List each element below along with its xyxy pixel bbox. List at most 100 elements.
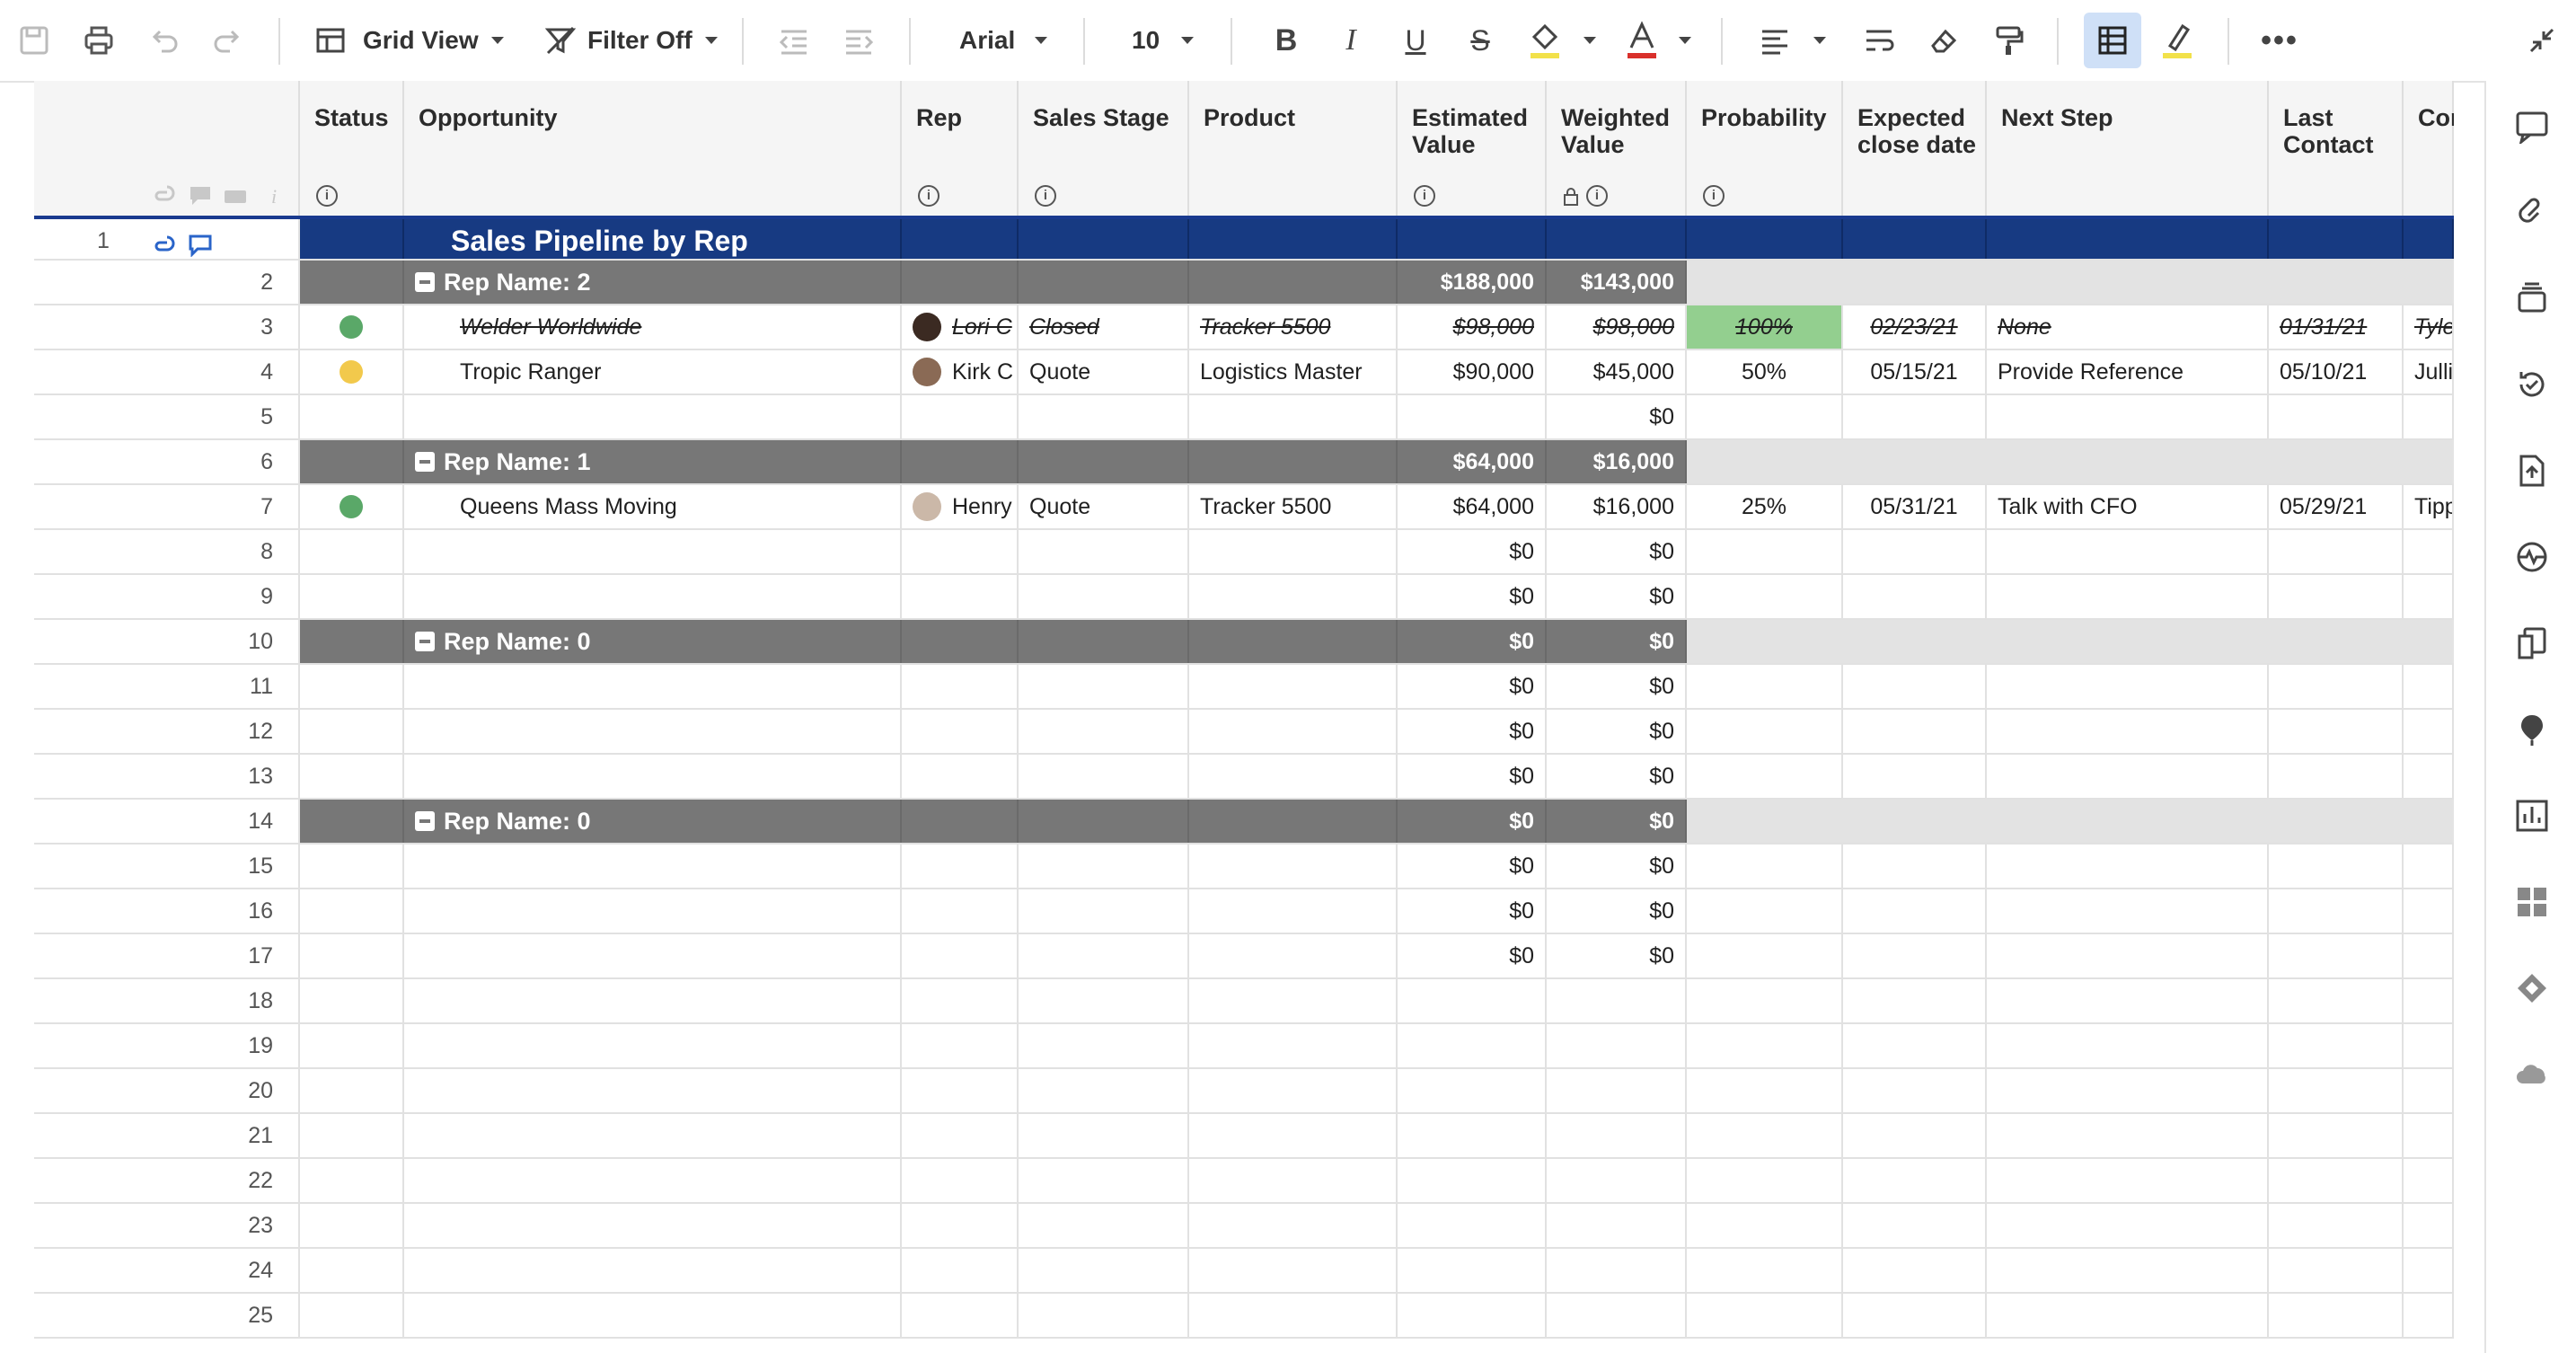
cell-next-step[interactable]: [1987, 934, 2269, 977]
cell-last-contact[interactable]: [2269, 710, 2404, 753]
row-number[interactable]: 1: [34, 219, 300, 259]
cell-rep[interactable]: [902, 1024, 1019, 1067]
cell-estimated-value[interactable]: $0: [1398, 934, 1547, 977]
highlight-changes-icon[interactable]: [2159, 13, 2195, 68]
cell-product[interactable]: [1189, 1159, 1398, 1202]
automation-icon[interactable]: [2514, 712, 2550, 747]
cell-rep[interactable]: [902, 1294, 1019, 1337]
column-header-last-contact[interactable]: Last Contact: [2269, 81, 2404, 216]
salesforce-icon[interactable]: [2514, 1057, 2550, 1092]
font-family-dropdown[interactable]: Arial: [959, 13, 1047, 68]
cell-last-contact[interactable]: [2269, 934, 2404, 977]
cell-last-contact[interactable]: [2269, 219, 2404, 259]
comment-icon[interactable]: [2514, 108, 2550, 144]
cell-estimated-value[interactable]: [1398, 219, 1547, 259]
cell-product[interactable]: [1189, 440, 1398, 483]
cell-expected-close[interactable]: [1843, 934, 1987, 977]
cell-product[interactable]: [1189, 1069, 1398, 1112]
cell-status[interactable]: [300, 219, 404, 259]
cell-product[interactable]: Tracker 5500: [1189, 485, 1398, 528]
cell-product[interactable]: [1189, 219, 1398, 259]
cell-sales-stage[interactable]: [1019, 1024, 1189, 1067]
wrap-text-icon[interactable]: [1861, 13, 1897, 68]
info-icon[interactable]: i: [918, 185, 940, 207]
cell-weighted-value[interactable]: $0: [1547, 395, 1687, 438]
cell-expected-close[interactable]: [1843, 261, 1987, 304]
cell-rep[interactable]: [902, 710, 1019, 753]
row-number[interactable]: 21: [34, 1114, 300, 1157]
cell-rep[interactable]: [902, 620, 1019, 663]
cell-probability[interactable]: [1687, 1249, 1843, 1292]
cell-rep[interactable]: [902, 575, 1019, 618]
cell-sales-stage[interactable]: [1019, 620, 1189, 663]
cell-last-contact[interactable]: [2269, 620, 2404, 663]
collapse-icon[interactable]: [415, 272, 435, 292]
cell-status[interactable]: [300, 1024, 404, 1067]
cell-rep[interactable]: [902, 395, 1019, 438]
cell-status[interactable]: [300, 1249, 404, 1292]
cell-sales-stage[interactable]: [1019, 889, 1189, 933]
cell-rep[interactable]: [902, 755, 1019, 798]
table-row[interactable]: 5$0: [34, 395, 2454, 440]
cell-rep[interactable]: [902, 934, 1019, 977]
row-number[interactable]: 19: [34, 1024, 300, 1067]
align-dropdown[interactable]: [1811, 13, 1829, 68]
row-number[interactable]: 11: [34, 665, 300, 708]
cell-contact[interactable]: Julli: [2404, 350, 2454, 394]
cell-product[interactable]: [1189, 934, 1398, 977]
cell-contact[interactable]: [2404, 575, 2454, 618]
grid-format-toggle[interactable]: [2084, 13, 2141, 68]
cell-opportunity[interactable]: [404, 575, 902, 618]
cell-expected-close[interactable]: [1843, 1159, 1987, 1202]
cell-contact[interactable]: [2404, 934, 2454, 977]
cell-next-step[interactable]: [1987, 620, 2269, 663]
cell-estimated-value[interactable]: $0: [1398, 620, 1547, 663]
cell-status[interactable]: [300, 395, 404, 438]
cell-status[interactable]: [300, 261, 404, 304]
proofs-icon[interactable]: [2514, 280, 2550, 316]
table-row[interactable]: 16$0$0: [34, 889, 2454, 934]
cell-sales-stage[interactable]: [1019, 1114, 1189, 1157]
cell-product[interactable]: [1189, 620, 1398, 663]
row-number[interactable]: 22: [34, 1159, 300, 1202]
cell-opportunity[interactable]: [404, 1069, 902, 1112]
cell-opportunity[interactable]: [404, 1294, 902, 1337]
cell-contact[interactable]: [2404, 1069, 2454, 1112]
cell-contact[interactable]: [2404, 710, 2454, 753]
cell-status[interactable]: [300, 1114, 404, 1157]
cell-contact[interactable]: [2404, 845, 2454, 888]
row-number[interactable]: 6: [34, 440, 300, 483]
cell-expected-close[interactable]: 05/31/21: [1843, 485, 1987, 528]
cell-contact[interactable]: [2404, 219, 2454, 259]
cell-weighted-value[interactable]: $0: [1547, 934, 1687, 977]
cell-status[interactable]: [300, 1294, 404, 1337]
table-row[interactable]: 25: [34, 1294, 2454, 1339]
table-row[interactable]: 22: [34, 1159, 2454, 1204]
cell-weighted-value[interactable]: [1547, 1159, 1687, 1202]
cell-weighted-value[interactable]: [1547, 1069, 1687, 1112]
cell-rep[interactable]: [902, 889, 1019, 933]
cell-next-step[interactable]: [1987, 1294, 2269, 1337]
format-painter-icon[interactable]: [1990, 13, 2026, 68]
cell-contact[interactable]: [2404, 1024, 2454, 1067]
cell-expected-close[interactable]: [1843, 665, 1987, 708]
row-number[interactable]: 24: [34, 1249, 300, 1292]
cell-weighted-value[interactable]: $143,000: [1547, 261, 1687, 304]
cell-opportunity[interactable]: Sales Pipeline by Rep: [404, 219, 902, 259]
cell-estimated-value[interactable]: [1398, 1249, 1547, 1292]
cell-contact[interactable]: [2404, 1159, 2454, 1202]
cell-expected-close[interactable]: [1843, 395, 1987, 438]
cell-status[interactable]: [300, 665, 404, 708]
cell-estimated-value[interactable]: [1398, 395, 1547, 438]
cell-product[interactable]: [1189, 710, 1398, 753]
title-row[interactable]: 1 Sales Pipeline by Rep: [34, 219, 2454, 261]
cell-last-contact[interactable]: [2269, 889, 2404, 933]
cell-weighted-value[interactable]: $0: [1547, 800, 1687, 843]
text-color-dropdown[interactable]: [1676, 13, 1694, 68]
column-header-weighted-value[interactable]: Weighted Valuei: [1547, 81, 1687, 216]
cell-estimated-value[interactable]: [1398, 1024, 1547, 1067]
row-number[interactable]: 23: [34, 1204, 300, 1247]
row-number[interactable]: 14: [34, 800, 300, 843]
bold-icon[interactable]: B: [1268, 13, 1304, 68]
table-row[interactable]: 12$0$0: [34, 710, 2454, 755]
